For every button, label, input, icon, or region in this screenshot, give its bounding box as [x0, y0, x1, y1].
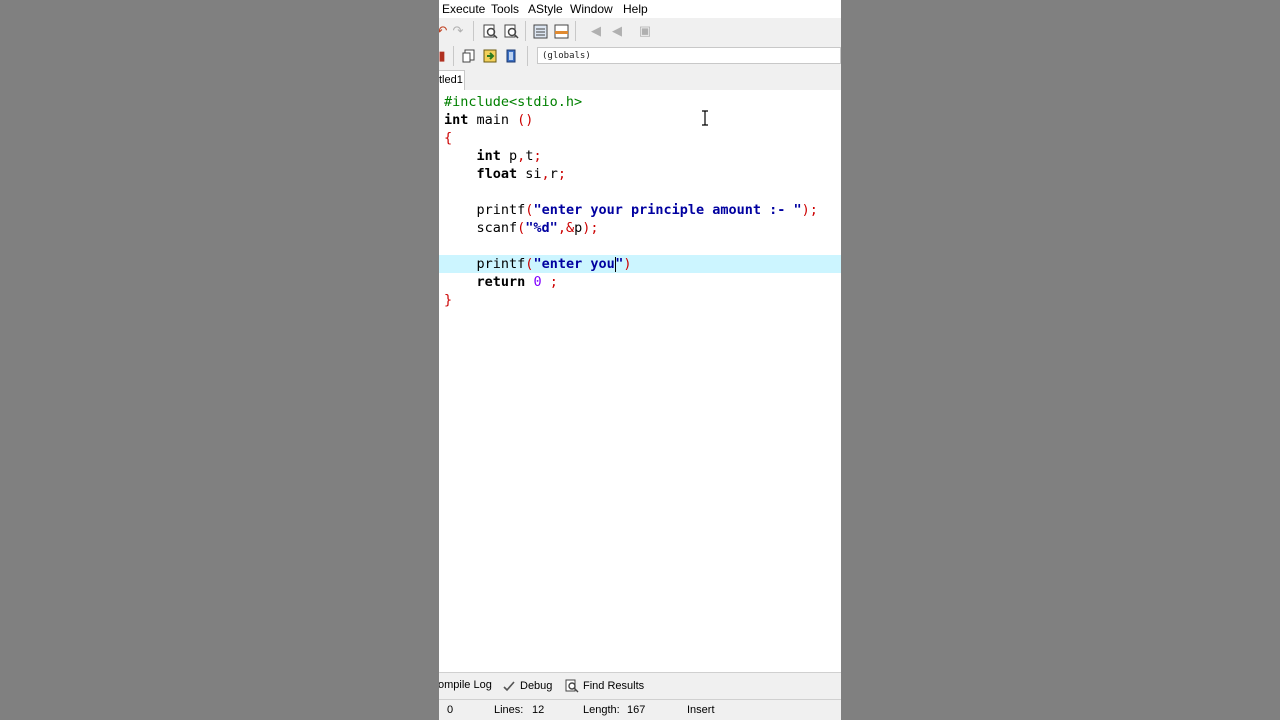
- toolbar-separator: [453, 46, 454, 66]
- bookmark-prev-icon[interactable]: ◀: [587, 22, 605, 40]
- code-line: #include<stdio.h>: [439, 93, 841, 111]
- menu-help[interactable]: Help: [623, 2, 648, 16]
- code-token: p: [574, 220, 583, 236]
- menu-window[interactable]: Window: [570, 2, 613, 16]
- search-icon: [565, 679, 579, 693]
- code-token: }: [444, 292, 453, 308]
- code-line: printf("enter your principle amount :- "…: [439, 201, 841, 219]
- menu-bar: Execute Tools AStyle Window Help: [439, 0, 841, 18]
- toolbar-separator: [575, 21, 576, 41]
- code-token: #include<stdio.h>: [444, 94, 583, 110]
- new-class-icon[interactable]: [460, 47, 478, 65]
- main-toolbar: ↶ ↷ ◀ ◀ ▣: [439, 18, 841, 45]
- tab-label: Find Results: [583, 680, 645, 692]
- tab-untitled1[interactable]: tled1: [439, 70, 465, 90]
- check-icon: [503, 681, 515, 692]
- code-token: (): [517, 112, 534, 128]
- code-token: printf: [476, 256, 526, 272]
- toolbar-separator: [473, 21, 474, 41]
- code-line: float si,r;: [439, 165, 841, 183]
- tab-debug[interactable]: Debug: [502, 679, 552, 693]
- code-line: }: [439, 291, 841, 309]
- find-icon[interactable]: [481, 22, 499, 40]
- code-token: "enter you: [533, 256, 615, 272]
- code-line: {: [439, 129, 841, 147]
- status-length-value: 167: [627, 704, 646, 716]
- code-token: printf: [476, 202, 526, 218]
- compile-icon[interactable]: ▮: [439, 47, 451, 65]
- replace-icon[interactable]: [502, 22, 520, 40]
- menu-astyle[interactable]: AStyle: [528, 2, 563, 16]
- code-token: ;: [533, 148, 542, 164]
- code-token: {: [444, 130, 453, 146]
- code-token: return: [476, 274, 526, 290]
- code-token: ,&: [557, 220, 575, 236]
- tab-find-results[interactable]: Find Results: [565, 679, 644, 693]
- code-token: main: [468, 112, 518, 128]
- code-token: ;: [549, 274, 558, 290]
- code-token: scanf: [476, 220, 518, 236]
- code-token: 0: [533, 274, 542, 290]
- current-code-line: printf("enter you"): [439, 255, 841, 273]
- code-token: p: [500, 148, 518, 164]
- status-lines-label: Lines:: [494, 704, 524, 716]
- globals-dropdown[interactable]: (globals): [537, 47, 841, 64]
- secondary-toolbar: ▮ (globals): [439, 44, 841, 69]
- status-length-label: Length:: [583, 704, 620, 716]
- code-token: ): [623, 256, 632, 272]
- code-token: );: [582, 220, 599, 236]
- code-token: si: [517, 166, 542, 182]
- redo-icon[interactable]: ↷: [449, 22, 467, 40]
- goto-icon[interactable]: [481, 47, 499, 65]
- toolbar-separator: [525, 21, 526, 41]
- editor-tab-bar: tled1: [439, 68, 841, 91]
- toolbar-separator: [527, 46, 528, 66]
- project-icon[interactable]: [502, 47, 520, 65]
- ide-window: Execute Tools AStyle Window Help ↶ ↷ ◀ ◀…: [439, 0, 841, 720]
- split-view-icon[interactable]: [552, 22, 570, 40]
- menu-execute[interactable]: Execute: [442, 2, 485, 16]
- bottom-panel-tabs: ompile Log Debug Find Results: [439, 672, 841, 699]
- tab-label: Debug: [520, 680, 553, 692]
- code-line: int p,t;: [439, 147, 841, 165]
- code-token: "%d": [525, 220, 558, 236]
- indent-icon[interactable]: [531, 22, 549, 40]
- code-token: "enter your principle amount :- ": [533, 202, 802, 218]
- code-line: int main (): [439, 111, 841, 129]
- code-editor[interactable]: #include<stdio.h> int main () { int p,t;…: [439, 90, 841, 670]
- code-line: return 0 ;: [439, 273, 841, 291]
- status-column: 0: [447, 704, 454, 716]
- status-lines-value: 12: [532, 704, 545, 716]
- code-token: int: [476, 148, 501, 164]
- tab-label: ompile Log: [439, 679, 492, 691]
- code-line: scanf("%d",&p);: [439, 219, 841, 237]
- code-token: float: [476, 166, 518, 182]
- code-token: );: [801, 202, 818, 218]
- code-token: ,: [541, 166, 550, 182]
- bookmark-next-icon[interactable]: ◀: [608, 22, 626, 40]
- tab-compile-log[interactable]: ompile Log: [439, 679, 492, 691]
- menu-tools[interactable]: Tools: [491, 2, 519, 16]
- code-token: ;: [557, 166, 566, 182]
- code-token: r: [549, 166, 558, 182]
- status-bar: 0 Lines: 12 Length: 167 Insert: [439, 699, 841, 720]
- status-insert-mode: Insert: [687, 704, 715, 716]
- code-token: int: [444, 112, 469, 128]
- bookmark-toggle-icon[interactable]: ▣: [636, 22, 654, 40]
